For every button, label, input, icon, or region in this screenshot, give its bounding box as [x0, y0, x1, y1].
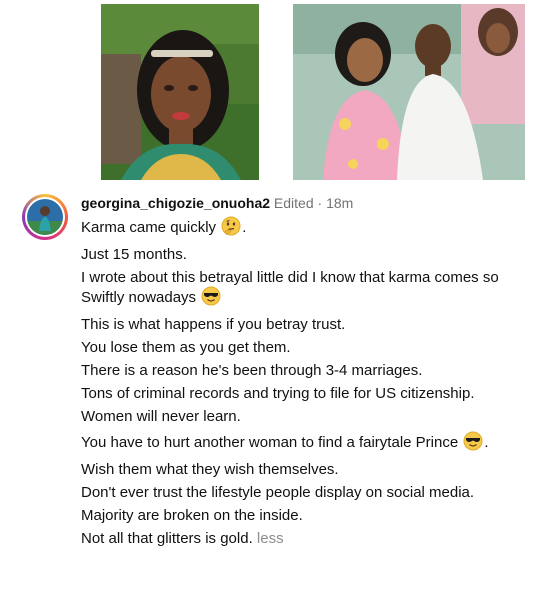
comment-line: Tons of criminal records and trying to f…: [81, 385, 475, 402]
avatar-ring-inner: [25, 197, 65, 237]
username-link[interactable]: georgina_chigozie_onuoha2: [81, 195, 270, 211]
comment-line-text: Karma came quickly: [81, 219, 217, 236]
sunglasses-face-icon: [201, 286, 221, 310]
sunglasses-face-icon: [463, 431, 483, 455]
less-link[interactable]: less: [257, 530, 284, 547]
comment-line: You have to hurt another woman to find a…: [81, 431, 541, 455]
comment-line: Karma came quickly .: [81, 216, 541, 240]
comment-header: georgina_chigozie_onuoha2 Edited · 18m: [81, 193, 541, 213]
comment-line: Not all that glitters is gold. less: [81, 530, 541, 547]
timestamp: 18m: [326, 195, 354, 211]
avatar[interactable]: [22, 194, 68, 240]
comment-line: Just 15 months.: [81, 246, 187, 263]
edited-label: Edited: [273, 195, 314, 211]
avatar-image: [27, 199, 63, 235]
photo-woman-headband: [101, 4, 259, 180]
comment-line-period: .: [484, 434, 489, 451]
comment-line: There is a reason he's been through 3-4 …: [81, 362, 423, 379]
comment-line-text: Not all that glitters is gold.: [81, 530, 253, 547]
thinking-face-icon: [221, 216, 241, 240]
comment-line: This is what happens if you betray trust…: [81, 316, 346, 333]
comment-line: I wrote about this betrayal little did I…: [81, 269, 541, 310]
comment-line: Wish them what they wish themselves.: [81, 461, 339, 478]
comment: georgina_chigozie_onuoha2 Edited · 18m K…: [81, 193, 541, 553]
comment-line: Women will never learn.: [81, 408, 241, 425]
meta-separator: ·: [317, 195, 323, 211]
comment-line-text: I wrote about this betrayal little did I…: [81, 269, 499, 306]
comment-line: You lose them as you get them.: [81, 339, 291, 356]
photo-couple-event: [293, 4, 525, 180]
comment-line: Majority are broken on the inside.: [81, 507, 303, 524]
comment-line-period: .: [242, 219, 247, 236]
comment-line-text: You have to hurt another woman to find a…: [81, 434, 459, 451]
comment-line: Don't ever trust the lifestyle people di…: [81, 484, 475, 501]
